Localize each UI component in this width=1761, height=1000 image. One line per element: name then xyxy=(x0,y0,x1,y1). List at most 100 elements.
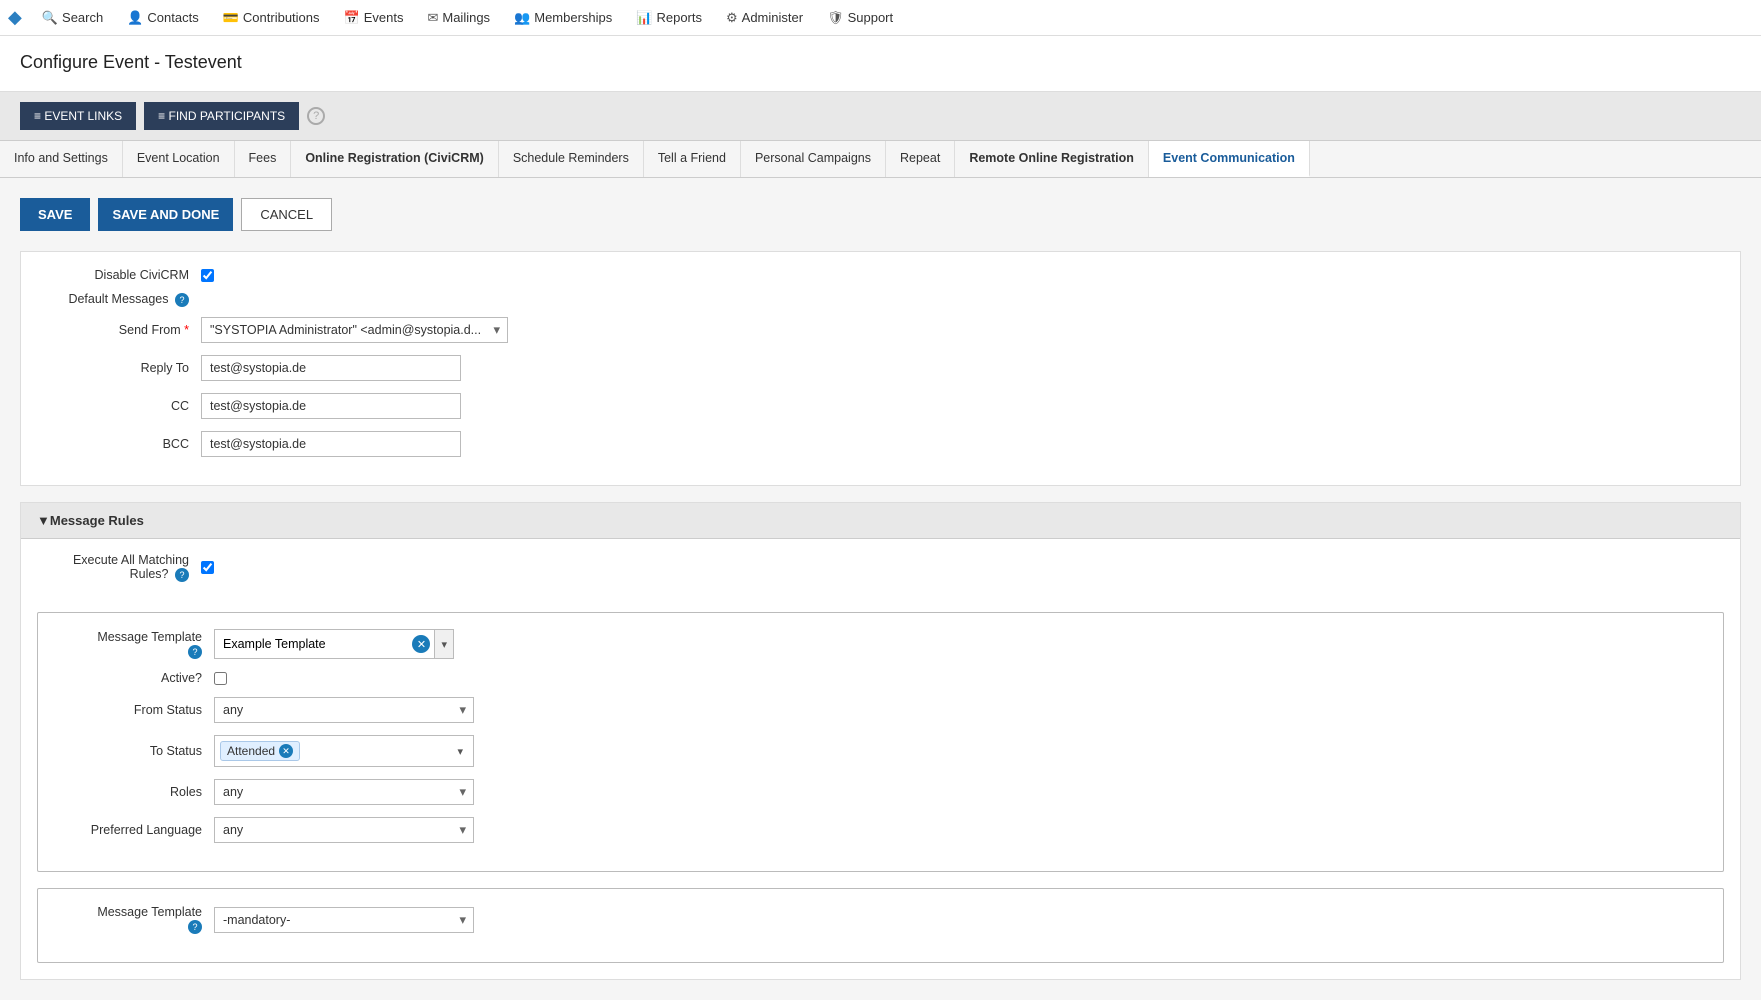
to-status-attended-tag: Attended ✕ xyxy=(220,741,300,761)
nav-support-label: Support xyxy=(848,10,894,25)
template-2-label: Message Template ? xyxy=(54,905,214,934)
save-and-done-button[interactable]: SAVE AND DONE xyxy=(98,198,233,231)
nav-contacts[interactable]: 👤 Contacts xyxy=(115,2,211,34)
cc-input[interactable] xyxy=(201,393,461,419)
bcc-input[interactable] xyxy=(201,431,461,457)
template-block-1: Message Template ? ✕ ▾ Active? From Stat… xyxy=(37,612,1724,872)
preferred-language-1-wrapper: any xyxy=(214,817,474,843)
message-rules-header[interactable]: ▼ Message Rules xyxy=(21,503,1740,539)
template-1-clear-button[interactable]: ✕ xyxy=(412,635,430,653)
template-2-row: Message Template ? -mandatory- xyxy=(54,905,1707,934)
mailings-icon: ✉ xyxy=(427,10,438,26)
tab-schedule-reminders[interactable]: Schedule Reminders xyxy=(499,141,644,177)
preferred-language-1-label: Preferred Language xyxy=(54,823,214,837)
send-from-select[interactable]: "SYSTOPIA Administrator" <admin@systopia… xyxy=(201,317,508,343)
to-status-arrow[interactable]: ▾ xyxy=(449,745,471,758)
template-2-select[interactable]: -mandatory- xyxy=(214,907,474,933)
find-participants-button[interactable]: ≡ FIND PARTICIPANTS xyxy=(144,102,299,130)
tab-repeat[interactable]: Repeat xyxy=(886,141,955,177)
to-status-1-row: To Status Attended ✕ ▾ xyxy=(54,735,1707,767)
tab-tell-a-friend[interactable]: Tell a Friend xyxy=(644,141,741,177)
roles-1-label: Roles xyxy=(54,785,214,799)
main-content: SAVE SAVE AND DONE CANCEL Disable CiviCR… xyxy=(0,178,1761,1000)
send-from-select-wrapper: "SYSTOPIA Administrator" <admin@systopia… xyxy=(201,317,508,343)
template-2-help-icon[interactable]: ? xyxy=(188,920,202,934)
to-status-remove-button[interactable]: ✕ xyxy=(279,744,293,758)
execute-all-help-icon[interactable]: ? xyxy=(175,568,189,582)
send-from-row: Send From * "SYSTOPIA Administrator" <ad… xyxy=(41,317,1720,343)
disable-civicrm-row: Disable CiviCRM xyxy=(41,268,1720,282)
nav-events-label: Events xyxy=(364,10,404,25)
template-1-help-icon[interactable]: ? xyxy=(188,645,202,659)
event-links-button[interactable]: ≡ EVENT LINKS xyxy=(20,102,136,130)
default-messages-help-icon[interactable]: ? xyxy=(175,293,189,307)
roles-1-row: Roles any xyxy=(54,779,1707,805)
to-status-1-wrapper[interactable]: Attended ✕ ▾ xyxy=(214,735,474,767)
default-messages-row: Default Messages ? xyxy=(41,292,1720,307)
nav-memberships[interactable]: 👥 Memberships xyxy=(502,2,624,34)
tab-event-location[interactable]: Event Location xyxy=(123,141,235,177)
reply-to-input[interactable] xyxy=(201,355,461,381)
contacts-icon: 👤 xyxy=(127,10,143,26)
nav-mailings-label: Mailings xyxy=(442,10,490,25)
disable-civicrm-checkbox[interactable] xyxy=(201,269,214,282)
nav-administer-label: Administer xyxy=(742,10,803,25)
reports-icon: 📊 xyxy=(636,10,652,26)
nav-events[interactable]: 📅 Events xyxy=(332,2,416,34)
search-icon: 🔍 xyxy=(42,10,58,26)
nav-contributions-label: Contributions xyxy=(243,10,320,25)
template-2-wrapper: -mandatory- xyxy=(214,907,474,933)
template-1-label: Message Template ? xyxy=(54,630,214,659)
page-header: Configure Event - Testevent xyxy=(0,36,1761,92)
to-status-1-label: To Status xyxy=(54,744,214,758)
form-actions: SAVE SAVE AND DONE CANCEL xyxy=(20,198,1741,231)
nav-mailings[interactable]: ✉ Mailings xyxy=(415,2,502,34)
nav-memberships-label: Memberships xyxy=(534,10,612,25)
template-1-row: Message Template ? ✕ ▾ xyxy=(54,629,1707,659)
active-1-row: Active? xyxy=(54,671,1707,685)
default-messages-section: Disable CiviCRM Default Messages ? Send … xyxy=(20,251,1741,486)
save-button[interactable]: SAVE xyxy=(20,198,90,231)
default-messages-label: Default Messages ? xyxy=(41,292,201,307)
cc-row: CC xyxy=(41,393,1720,419)
events-icon: 📅 xyxy=(344,10,360,26)
send-from-label: Send From * xyxy=(41,323,201,337)
roles-1-wrapper: any xyxy=(214,779,474,805)
reply-to-row: Reply To xyxy=(41,355,1720,381)
tab-personal-campaigns[interactable]: Personal Campaigns xyxy=(741,141,886,177)
administer-icon: ⚙ xyxy=(726,10,738,26)
active-1-checkbox[interactable] xyxy=(214,672,227,685)
page-title: Configure Event - Testevent xyxy=(20,52,1741,73)
support-icon: 🛡 xyxy=(827,10,844,26)
tab-info-settings[interactable]: Info and Settings xyxy=(0,141,123,177)
preferred-language-1-select[interactable]: any xyxy=(214,817,474,843)
send-from-required: * xyxy=(184,323,189,337)
execute-all-checkbox[interactable] xyxy=(201,561,214,574)
bcc-row: BCC xyxy=(41,431,1720,457)
from-status-1-select[interactable]: any xyxy=(214,697,474,723)
tab-event-communication[interactable]: Event Communication xyxy=(1149,141,1310,177)
template-1-input[interactable] xyxy=(215,632,412,656)
nav-contacts-label: Contacts xyxy=(147,10,198,25)
nav-support[interactable]: 🛡 Support xyxy=(815,2,905,34)
nav-search[interactable]: 🔍 Search xyxy=(30,2,115,34)
nav-search-label: Search xyxy=(62,10,103,25)
nav-reports[interactable]: 📊 Reports xyxy=(624,2,714,34)
tab-remote-online-registration[interactable]: Remote Online Registration xyxy=(955,141,1149,177)
roles-1-select[interactable]: any xyxy=(214,779,474,805)
help-icon[interactable]: ? xyxy=(307,107,325,125)
tab-fees[interactable]: Fees xyxy=(235,141,292,177)
template-1-dropdown-arrow[interactable]: ▾ xyxy=(434,630,453,658)
bcc-label: BCC xyxy=(41,437,201,451)
cancel-button[interactable]: CANCEL xyxy=(241,198,332,231)
message-rules-label: Message Rules xyxy=(50,513,144,528)
template-block-2: Message Template ? -mandatory- xyxy=(37,888,1724,963)
tab-online-registration[interactable]: Online Registration (CiviCRM) xyxy=(291,141,498,177)
tabs-container: Info and Settings Event Location Fees On… xyxy=(0,141,1761,178)
cc-label: CC xyxy=(41,399,201,413)
from-status-1-label: From Status xyxy=(54,703,214,717)
nav-administer[interactable]: ⚙ Administer xyxy=(714,2,815,34)
template-1-select-wrapper: ✕ ▾ xyxy=(214,629,454,659)
nav-contributions[interactable]: 💳 Contributions xyxy=(211,2,332,34)
reply-to-label: Reply To xyxy=(41,361,201,375)
